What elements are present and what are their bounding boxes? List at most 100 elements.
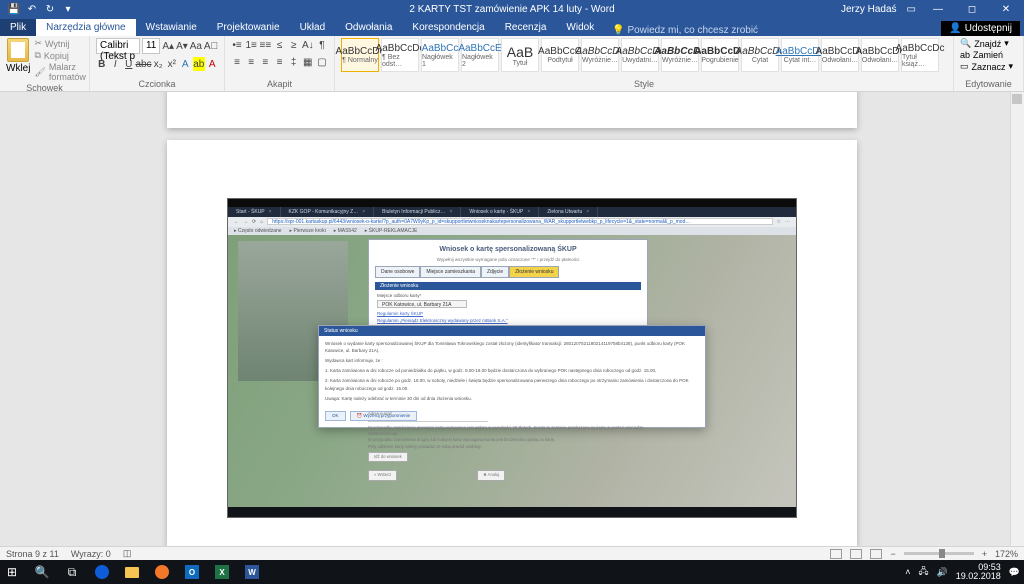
explorer-icon[interactable] bbox=[124, 564, 140, 580]
document-area[interactable]: Start - ŚKUP×KZK GOP - Komunikacyjny Z…×… bbox=[0, 92, 1024, 546]
format-painter-button[interactable]: 🖌 Malarz formatów bbox=[34, 62, 85, 82]
form-step: Miejsce zamieszkania bbox=[420, 266, 481, 278]
web-layout-icon[interactable] bbox=[870, 549, 882, 559]
word-count[interactable]: Wyrazy: 0 bbox=[71, 549, 111, 559]
style-odwo-ani-[interactable]: AaBbCcDcOdwołani… bbox=[861, 38, 899, 72]
text-effects-icon[interactable]: A bbox=[180, 57, 192, 71]
font-size-select[interactable]: 11 bbox=[142, 38, 160, 54]
line-spacing-icon[interactable]: ‡ bbox=[288, 55, 300, 69]
show-marks-icon[interactable]: ¶ bbox=[316, 38, 328, 52]
start-button[interactable]: ⊞ bbox=[4, 564, 20, 580]
grow-font-icon[interactable]: A▴ bbox=[162, 39, 174, 53]
bold-button[interactable]: B bbox=[96, 57, 108, 71]
replace-button[interactable]: ab Zamień bbox=[960, 50, 1017, 60]
bullets-icon[interactable]: •≡ bbox=[231, 38, 243, 52]
user-name[interactable]: Jerzy Hadaś bbox=[841, 4, 897, 15]
tab-mailings[interactable]: Korespondencja bbox=[402, 19, 494, 36]
tell-me-search[interactable]: 💡 Powiedz mi, co chcesz zrobić bbox=[612, 25, 758, 36]
word-icon[interactable]: W bbox=[244, 564, 260, 580]
read-mode-icon[interactable] bbox=[830, 549, 842, 559]
borders-icon[interactable]: ▢ bbox=[316, 55, 328, 69]
italic-button[interactable]: I bbox=[110, 57, 122, 71]
multilevel-icon[interactable]: ≡≡ bbox=[259, 38, 271, 52]
browser-address-bar: ← → ⟳ ⌂ https://spr-001.kartaskup.pl/644… bbox=[228, 217, 796, 227]
style-nag--wek-2[interactable]: AaBbCcENagłówek 2 bbox=[461, 38, 499, 72]
style-wyr--nie-[interactable]: AaBbCcDcWyróżnie… bbox=[581, 38, 619, 72]
style---normalny[interactable]: AaBbCcDc¶ Normalny bbox=[341, 38, 379, 72]
decrease-indent-icon[interactable]: ≤ bbox=[273, 38, 285, 52]
firefox-icon[interactable] bbox=[154, 564, 170, 580]
task-view-icon[interactable]: ⧉ bbox=[64, 564, 80, 580]
tab-layout[interactable]: Układ bbox=[290, 19, 336, 36]
tab-file[interactable]: Plik bbox=[0, 19, 36, 36]
group-font: Calibri (Tekst p 11 A▴ A▾ Aa A⃠ B I U ab… bbox=[90, 36, 225, 91]
subscript-button[interactable]: x₂ bbox=[153, 57, 165, 71]
browser-bookmarks-bar: ▸ Często odwiedzane▸ Pierwsze kroki▸ MAS… bbox=[228, 227, 796, 235]
share-button[interactable]: 👤 Udostępnij bbox=[941, 21, 1020, 36]
edge-icon[interactable] bbox=[94, 564, 110, 580]
shrink-font-icon[interactable]: A▾ bbox=[176, 39, 188, 53]
find-button[interactable]: 🔍 Znajdź ▾ bbox=[960, 38, 1017, 49]
style-podtytu-[interactable]: AaBbCcCPodtytuł bbox=[541, 38, 579, 72]
justify-icon[interactable]: ≡ bbox=[273, 55, 285, 69]
language-indicator[interactable]: ◫ bbox=[123, 548, 132, 559]
clock[interactable]: 09:53 19.02.2018 bbox=[956, 563, 1001, 582]
zoom-in-button[interactable]: + bbox=[982, 549, 987, 559]
style-tytu-[interactable]: AaBTytuł bbox=[501, 38, 539, 72]
tab-review[interactable]: Recenzja bbox=[495, 19, 557, 36]
tab-view[interactable]: Widok bbox=[556, 19, 604, 36]
font-color-icon[interactable]: A bbox=[207, 57, 219, 71]
align-center-icon[interactable]: ≡ bbox=[245, 55, 257, 69]
save-icon[interactable]: 💾 bbox=[8, 3, 20, 15]
superscript-button[interactable]: x² bbox=[166, 57, 178, 71]
paste-button[interactable]: Wklej bbox=[6, 38, 30, 74]
change-case-icon[interactable]: Aa bbox=[190, 39, 202, 53]
clear-format-icon[interactable]: A⃠ bbox=[204, 39, 218, 53]
zoom-out-button[interactable]: − bbox=[890, 549, 895, 559]
style-cytat[interactable]: AaBbCcDcCytat bbox=[741, 38, 779, 72]
print-layout-icon[interactable] bbox=[850, 549, 862, 559]
group-paragraph-label: Akapit bbox=[231, 78, 328, 89]
ribbon-collapse-icon[interactable]: ▭ bbox=[907, 4, 916, 15]
group-styles-label: Style bbox=[341, 78, 947, 89]
strikethrough-button[interactable]: abc bbox=[137, 57, 151, 71]
minimize-button[interactable]: — bbox=[926, 4, 950, 15]
increase-indent-icon[interactable]: ≥ bbox=[288, 38, 300, 52]
undo-icon[interactable]: ↶ bbox=[26, 3, 38, 15]
style-odwo-ani-[interactable]: AaBbCcDcOdwołani… bbox=[821, 38, 859, 72]
style-nag--wek-1[interactable]: AaBbCcNagłówek 1 bbox=[421, 38, 459, 72]
copy-button[interactable]: ⧉ Kopiuj bbox=[34, 50, 85, 61]
style-cytat-int-[interactable]: AaBbCcDcCytat int… bbox=[781, 38, 819, 72]
excel-icon[interactable]: X bbox=[214, 564, 230, 580]
close-button[interactable]: ✕ bbox=[994, 4, 1018, 15]
tab-references[interactable]: Odwołania bbox=[335, 19, 402, 36]
cut-button[interactable]: ✂ Wytnij bbox=[34, 38, 85, 49]
form-step: Złożenie wniosku bbox=[509, 266, 559, 278]
highlight-icon[interactable]: ab bbox=[193, 57, 205, 71]
sort-icon[interactable]: A↓ bbox=[302, 38, 314, 52]
zoom-slider[interactable] bbox=[904, 552, 974, 555]
maximize-button[interactable]: ◻ bbox=[960, 4, 984, 15]
tab-home[interactable]: Narzędzia główne bbox=[36, 19, 136, 36]
style-tytu--ksi---[interactable]: AaBbCcDcTytuł książ… bbox=[901, 38, 939, 72]
scrollbar-up-button[interactable] bbox=[1012, 94, 1022, 104]
font-family-select[interactable]: Calibri (Tekst p bbox=[96, 38, 140, 54]
align-left-icon[interactable]: ≡ bbox=[231, 55, 243, 69]
tray-network-icon[interactable]: 🖧 bbox=[918, 564, 928, 580]
style-pogrubienie[interactable]: AaBbCcDcPogrubienie bbox=[701, 38, 739, 72]
shading-icon[interactable]: ▦ bbox=[302, 55, 314, 69]
qat-more-icon[interactable]: ▾ bbox=[62, 3, 74, 15]
zoom-level[interactable]: 172% bbox=[995, 549, 1018, 559]
underline-button[interactable]: U bbox=[123, 57, 135, 71]
select-button[interactable]: ▭ Zaznacz ▾ bbox=[960, 61, 1017, 72]
redo-icon[interactable]: ↻ bbox=[44, 3, 56, 15]
vertical-scrollbar[interactable] bbox=[1010, 92, 1024, 546]
search-icon[interactable]: 🔍 bbox=[34, 564, 50, 580]
tab-insert[interactable]: Wstawianie bbox=[136, 19, 207, 36]
page-indicator[interactable]: Strona 9 z 11 bbox=[6, 549, 59, 559]
tab-design[interactable]: Projektowanie bbox=[207, 19, 290, 36]
align-right-icon[interactable]: ≡ bbox=[259, 55, 271, 69]
outlook-icon[interactable]: O bbox=[184, 564, 200, 580]
style---bez-odst-[interactable]: AaBbCcDc¶ Bez odst… bbox=[381, 38, 419, 72]
numbering-icon[interactable]: 1≡ bbox=[245, 38, 257, 52]
